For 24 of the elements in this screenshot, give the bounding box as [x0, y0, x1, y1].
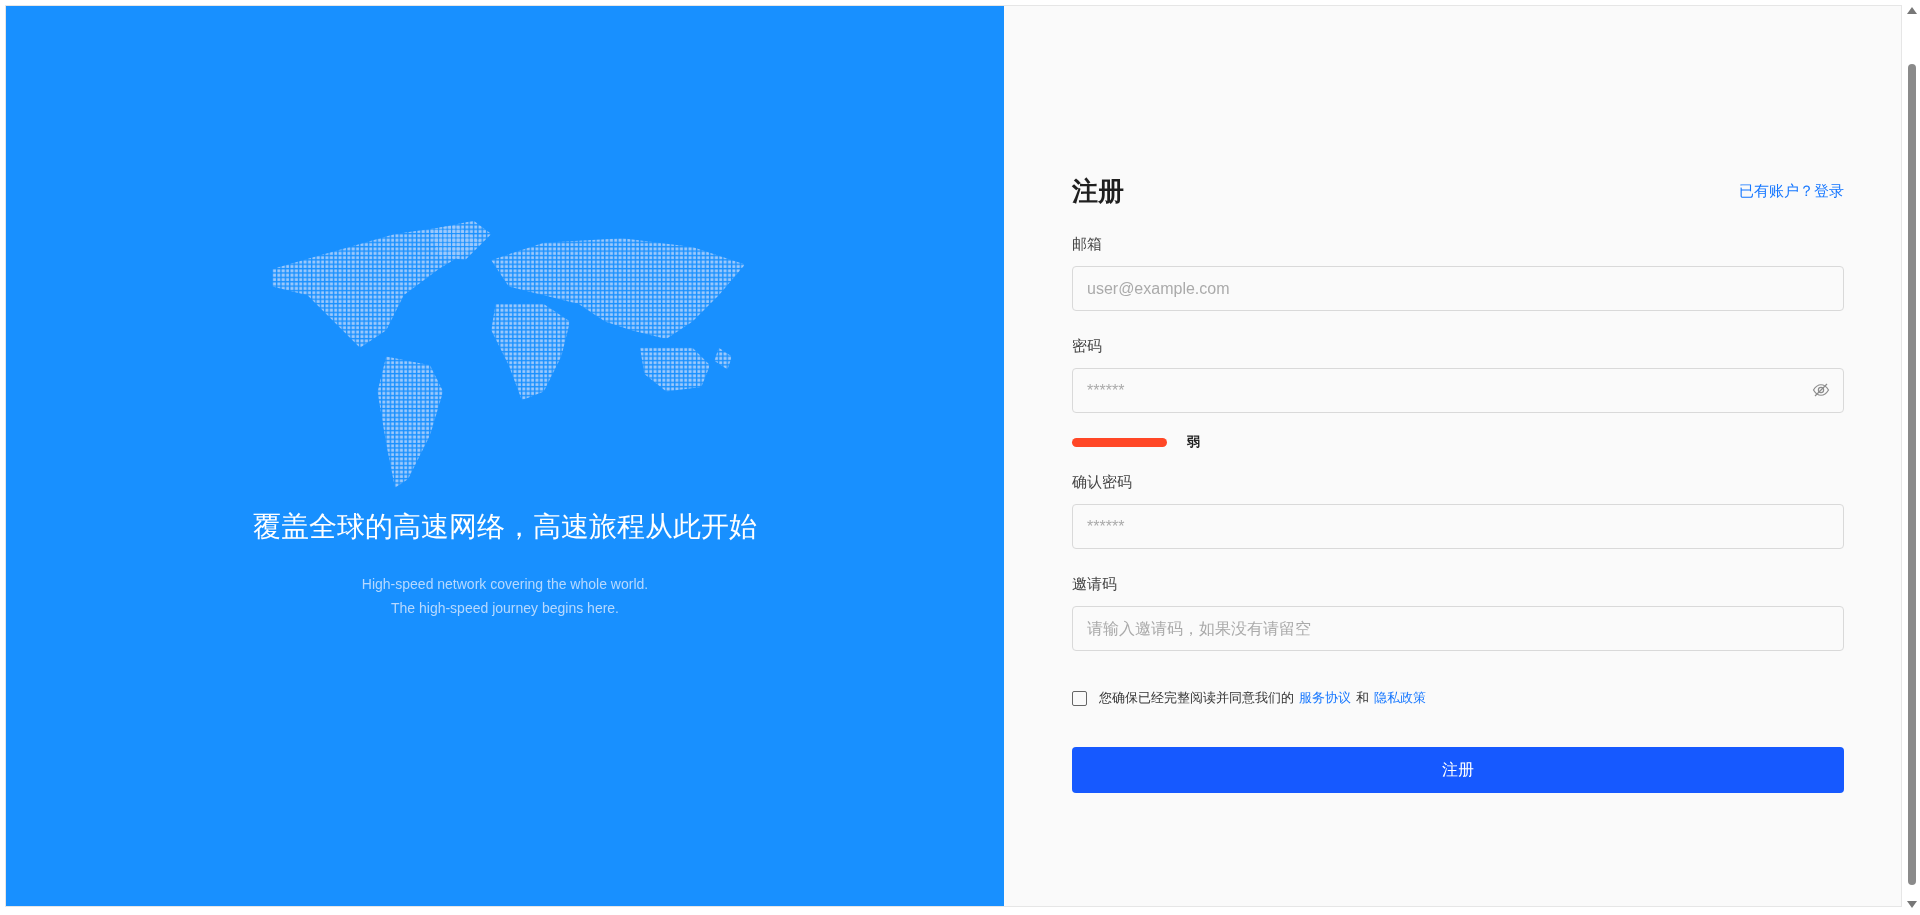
- input-field[interactable]: ******: [1072, 504, 1844, 549]
- agreement-text: 您确保已经完整阅读并同意我们的: [1099, 689, 1294, 707]
- input-field[interactable]: ******: [1072, 368, 1844, 413]
- input-field[interactable]: 请输入邀请码，如果没有请留空: [1072, 606, 1844, 651]
- terms-link[interactable]: 服务协议: [1299, 689, 1351, 707]
- hero-subtitle: The high-speed journey begins here.: [389, 599, 620, 618]
- login-link[interactable]: 已有账户？登录: [1739, 182, 1844, 201]
- agreement-checkbox[interactable]: [1072, 690, 1087, 706]
- field-label: 密码: [1072, 337, 1102, 356]
- scroll-down-icon[interactable]: [1907, 901, 1917, 909]
- form-title: 注册: [1072, 175, 1124, 208]
- scroll-up-icon[interactable]: [1907, 6, 1917, 14]
- field-label: 确认密码: [1072, 473, 1132, 492]
- field-label: 邀请码: [1072, 575, 1117, 594]
- scrollbar-thumb[interactable]: [1908, 64, 1916, 885]
- register-button[interactable]: 注册: [1072, 747, 1844, 793]
- strength-label: 弱: [1187, 433, 1200, 451]
- hero-subtitle: High-speed network covering the whole world.: [361, 575, 649, 594]
- privacy-link[interactable]: 隐私政策: [1374, 689, 1426, 707]
- input-field[interactable]: user@example.com: [1072, 266, 1844, 311]
- hero-heading: 覆盖全球的高速网络，高速旅程从此开始: [253, 510, 757, 544]
- field-label: 邮箱: [1072, 235, 1102, 254]
- conjunction-text: 和: [1356, 689, 1369, 707]
- eye-slash-icon[interactable]: [1812, 381, 1830, 399]
